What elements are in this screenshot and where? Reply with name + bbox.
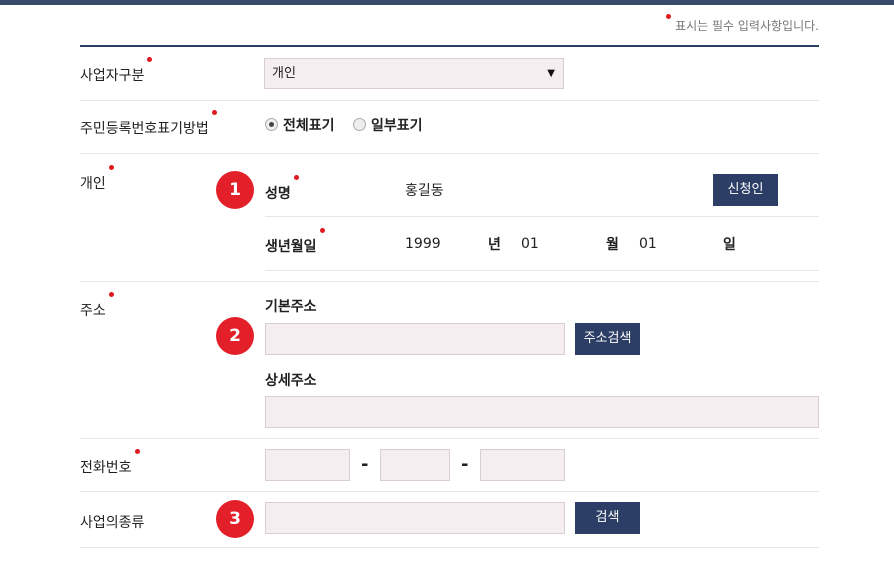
ssn-display-label: 주민등록번호표기방법 <box>80 110 217 138</box>
form-top-divider <box>80 45 819 47</box>
birth-year-unit: 년 <box>488 237 501 253</box>
birthdate-label: 생년월일 <box>265 228 325 256</box>
radio-checked-icon <box>265 118 278 131</box>
business-kind-search-button[interactable]: 검색 <box>575 502 640 534</box>
row-divider <box>80 281 819 282</box>
business-type-select[interactable]: 개인 ▼ <box>264 58 564 89</box>
row-divider <box>80 547 819 548</box>
basic-address-label: 기본주소 <box>265 299 317 315</box>
top-bar <box>0 0 894 5</box>
required-dot-icon <box>319 228 325 233</box>
sub-row-divider <box>265 216 819 217</box>
row-divider <box>80 153 819 154</box>
address-label: 주소 <box>80 292 114 320</box>
birthdate-label-text: 생년월일 <box>265 239 317 255</box>
birth-day-value: 01 <box>639 236 657 252</box>
birth-day-unit: 일 <box>723 237 736 253</box>
required-dot-icon <box>147 57 153 62</box>
radio-partial-display-label: 일부표기 <box>371 118 423 134</box>
required-notice: 표시는 필수 입력사항입니다. <box>666 14 819 34</box>
address-label-text: 주소 <box>80 303 106 319</box>
individual-label-text: 개인 <box>80 176 106 192</box>
phone-label: 전화번호 <box>80 449 140 477</box>
address-search-button[interactable]: 주소검색 <box>575 323 640 355</box>
required-dot-icon <box>293 175 299 180</box>
row-divider <box>80 491 819 492</box>
business-type-label-text: 사업자구분 <box>80 68 145 84</box>
applicant-button[interactable]: 신청인 <box>713 174 778 206</box>
business-kind-input[interactable] <box>265 502 565 534</box>
radio-unchecked-icon <box>353 118 366 131</box>
row-divider <box>80 438 819 439</box>
dropdown-arrow-icon: ▼ <box>547 68 555 79</box>
required-dot-icon <box>108 292 114 297</box>
name-label: 성명 <box>265 175 299 203</box>
birth-month-value: 01 <box>521 236 539 252</box>
ssn-display-label-text: 주민등록번호표기방법 <box>80 121 209 137</box>
required-dot-icon <box>134 449 140 454</box>
phone-separator: - <box>361 454 369 475</box>
step-badge-2: 2 <box>216 317 254 355</box>
birth-month-unit: 월 <box>606 237 619 253</box>
step-badge-3: 3 <box>216 500 254 538</box>
required-dot-icon <box>666 14 672 19</box>
required-dot-icon <box>211 110 217 115</box>
name-label-text: 성명 <box>265 186 291 202</box>
row-divider <box>80 100 819 101</box>
required-dot-icon <box>108 165 114 170</box>
sub-row-divider <box>265 270 819 271</box>
birth-year-value: 1999 <box>405 236 441 252</box>
radio-partial-display[interactable]: 일부표기 <box>353 115 423 135</box>
radio-full-display[interactable]: 전체표기 <box>265 115 335 135</box>
phone-label-text: 전화번호 <box>80 460 132 476</box>
phone-input-1[interactable] <box>265 449 350 481</box>
individual-label: 개인 <box>80 165 114 193</box>
business-type-selected-value: 개인 <box>272 66 296 81</box>
basic-address-input[interactable] <box>265 323 565 355</box>
phone-input-3[interactable] <box>480 449 565 481</box>
business-kind-label: 사업의종류 <box>80 515 145 531</box>
phone-input-2[interactable] <box>380 449 450 481</box>
detail-address-label: 상세주소 <box>265 373 317 389</box>
name-value: 홍길동 <box>405 183 444 199</box>
phone-separator: - <box>461 454 469 475</box>
required-notice-text: 표시는 필수 입력사항입니다. <box>675 19 819 33</box>
radio-full-display-label: 전체표기 <box>283 118 335 134</box>
detail-address-input[interactable] <box>265 396 819 428</box>
business-type-label: 사업자구분 <box>80 57 153 85</box>
step-badge-1: 1 <box>216 171 254 209</box>
